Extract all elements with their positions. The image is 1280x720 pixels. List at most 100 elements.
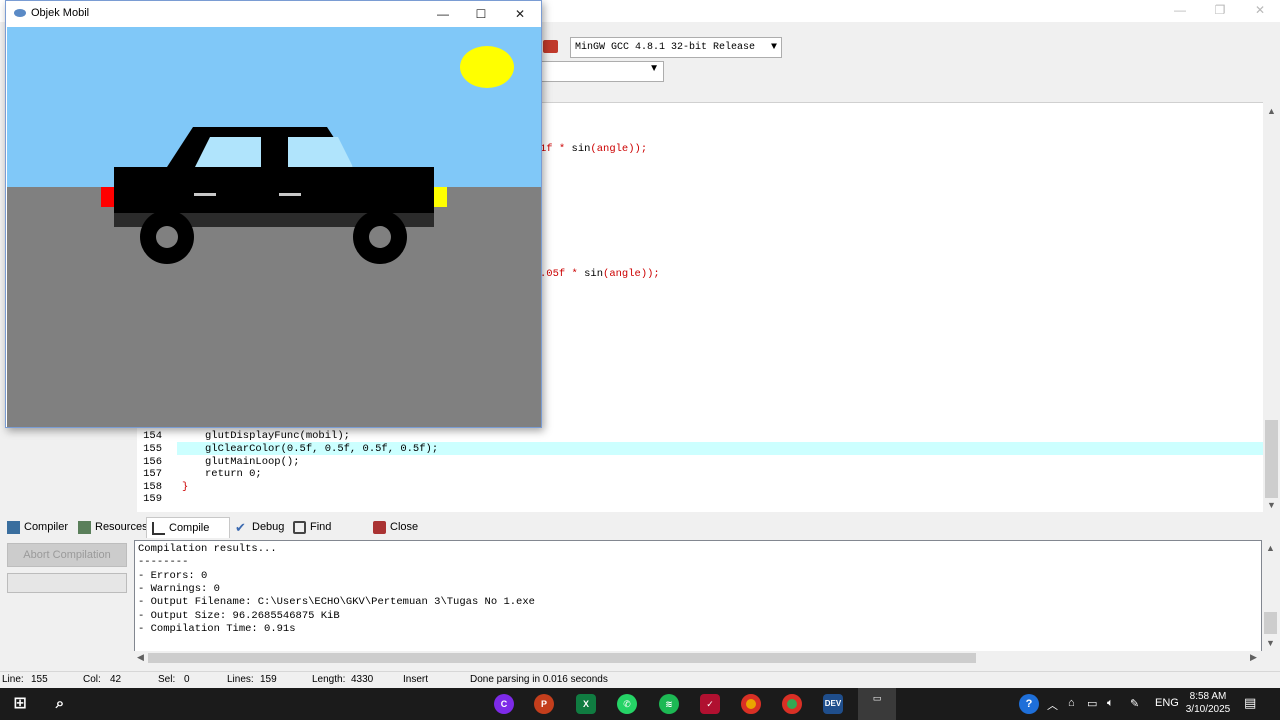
maximize-button[interactable]: ☐	[462, 3, 500, 25]
status-bar: Line: 155 Col: 42 Sel: 0 Lines: 159 Leng…	[0, 671, 1280, 688]
search-icon[interactable]: ⌕	[50, 694, 70, 714]
bottom-tabs: Compiler Resources Compile Log ✔ Debug F…	[0, 517, 1280, 555]
status-lines: 159	[260, 674, 277, 685]
chrome-profile-icon[interactable]	[782, 694, 802, 714]
spotify-icon[interactable]: ≋	[659, 694, 679, 714]
taskbar: ⊞ ⌕ C P X ✆ ≋ ✓ DEV ▭ ? ︿ ⌂ ▭ 🔈︎ ✎ ENG 8…	[0, 688, 1280, 720]
language-indicator[interactable]: ENG	[1155, 697, 1179, 709]
function-select[interactable]: ▼	[540, 61, 664, 82]
scroll-right-icon[interactable]: ▶	[1250, 652, 1257, 663]
headlight	[434, 187, 447, 207]
glut-titlebar[interactable]: Objek Mobil — ☐ ✕	[6, 1, 541, 27]
scroll-down-icon[interactable]: ▼	[1267, 500, 1276, 510]
scrollbar-thumb[interactable]	[148, 653, 976, 663]
code-fragment-1: 1f * sin(angle));	[540, 143, 648, 155]
rear-wheel-hub	[156, 226, 178, 248]
compilation-progress-bar	[7, 573, 127, 593]
find-icon	[293, 521, 306, 534]
close-button[interactable]: ✕	[501, 3, 539, 25]
code-line: }	[182, 481, 189, 493]
clock[interactable]: 8:58 AM 3/10/2025	[1178, 690, 1238, 716]
glut-window[interactable]: Objek Mobil — ☐ ✕	[5, 0, 542, 428]
tab-find-results[interactable]: Find Results	[288, 517, 368, 554]
scroll-up-icon[interactable]: ▲	[1266, 543, 1275, 553]
volume-icon[interactable]: 🔈︎	[1107, 697, 1114, 710]
line-number: 157	[143, 468, 162, 480]
close-icon	[373, 521, 386, 534]
status-sel: 0	[184, 674, 190, 685]
tab-compile-log[interactable]: Compile Log	[146, 517, 230, 555]
car-body	[114, 167, 434, 213]
tab-label: Close	[390, 521, 419, 533]
chevron-down-icon: ▼	[770, 42, 777, 53]
tab-label: Resources	[95, 521, 148, 533]
door-handle	[194, 193, 216, 196]
tab-resources[interactable]: Resources	[73, 517, 148, 538]
status-sel-label: Sel:	[158, 674, 176, 685]
chevron-down-icon: ▼	[649, 63, 659, 74]
whatsapp-icon[interactable]: ✆	[617, 694, 637, 714]
line-number: 159	[143, 493, 162, 505]
minimize-button[interactable]: —	[424, 3, 462, 25]
line-number: 158	[143, 481, 162, 493]
abort-compilation-button[interactable]: Abort Compilation	[7, 543, 127, 567]
scroll-left-icon[interactable]: ◀	[137, 652, 144, 663]
status-lines-label: Lines:	[227, 674, 254, 685]
tab-close[interactable]: Close	[368, 517, 420, 538]
devcpp-icon[interactable]: DEV	[823, 694, 843, 714]
excel-icon[interactable]: X	[576, 694, 596, 714]
scroll-down-icon[interactable]: ▼	[1266, 638, 1275, 648]
code-line: return 0;	[205, 468, 262, 480]
scrollbar-thumb[interactable]	[1265, 420, 1278, 498]
app-icon[interactable]: ✓	[700, 694, 720, 714]
glut-window-title: Objek Mobil	[31, 7, 90, 19]
pen-icon[interactable]: ✎	[1130, 697, 1139, 710]
editor-scrollbar[interactable]: ▲ ▼	[1263, 102, 1280, 512]
compiler-select[interactable]: MinGW GCC 4.8.1 32-bit Release ▼	[570, 37, 782, 58]
powerpoint-icon[interactable]: P	[534, 694, 554, 714]
tab-debug[interactable]: ✔ Debug	[230, 517, 286, 538]
door-handle	[279, 193, 301, 196]
chart-icon	[152, 522, 165, 535]
battery-icon[interactable]: ▭	[1087, 697, 1097, 710]
compiler-select-value: MinGW GCC 4.8.1 32-bit Release	[575, 42, 756, 53]
start-icon[interactable]: ⊞	[10, 694, 30, 714]
code-fragment-2: .05f * sin(angle));	[540, 268, 660, 280]
log-line: - Warnings: 0	[138, 583, 220, 595]
run-icon[interactable]	[543, 40, 558, 53]
network-icon[interactable]: ⌂	[1068, 697, 1075, 709]
status-col-label: Col:	[83, 674, 101, 685]
ide-close-button[interactable]: ✕	[1240, 0, 1280, 22]
log-line: - Output Size: 96.2685546875 KiB	[138, 610, 340, 622]
status-mode: Insert	[403, 674, 429, 685]
tab-label: Debug	[252, 521, 285, 533]
ide-restore-button[interactable]: ❐	[1200, 0, 1240, 22]
scrollbar-thumb[interactable]	[1264, 612, 1277, 634]
taillight	[101, 187, 114, 207]
log-horizontal-scrollbar[interactable]: ◀ ▶	[134, 651, 1262, 665]
front-wheel-hub	[369, 226, 391, 248]
log-line: - Output Filename: C:\Users\ECHO\GKV\Per…	[138, 596, 535, 608]
canva-icon[interactable]: C	[494, 694, 514, 714]
chrome-icon[interactable]	[741, 694, 761, 714]
status-line: 155	[31, 674, 48, 685]
log-vertical-scrollbar[interactable]: ▲ ▼	[1262, 540, 1279, 652]
ide-minimize-button[interactable]: —	[1160, 0, 1200, 22]
status-col: 42	[110, 674, 122, 685]
chevron-up-icon[interactable]: ︿	[1047, 697, 1058, 713]
check-icon: ✔	[235, 520, 246, 535]
help-icon[interactable]: ?	[1019, 694, 1039, 714]
compiler-icon	[7, 521, 20, 534]
log-line: - Compilation Time: 0.91s	[138, 623, 296, 635]
clock-time: 8:58 AM	[1189, 691, 1227, 702]
resources-icon	[78, 521, 91, 534]
status-line-label: Line:	[2, 674, 24, 685]
log-line: - Errors: 0	[138, 570, 208, 582]
tab-compiler[interactable]: Compiler	[2, 517, 72, 538]
scroll-up-icon[interactable]: ▲	[1267, 106, 1276, 116]
code-line: glutMainLoop();	[205, 456, 300, 468]
log-line: Compilation results...	[138, 543, 277, 555]
line-number: 154	[143, 430, 162, 442]
notifications-icon[interactable]: ▤	[1244, 695, 1256, 711]
glut-app-icon[interactable]: ▭	[858, 688, 896, 720]
